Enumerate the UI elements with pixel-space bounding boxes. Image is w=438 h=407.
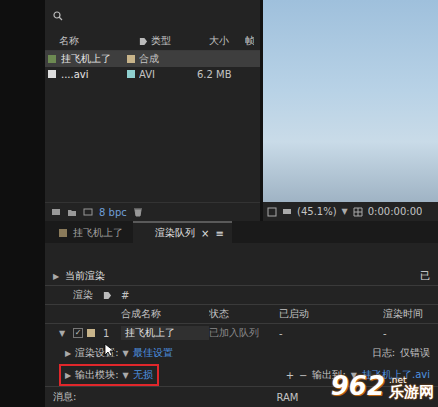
label-tag-icon [139, 37, 148, 46]
label-tag-icon [103, 291, 112, 300]
left-gutter [0, 0, 45, 407]
watermark: 962.net乐游网 [331, 371, 434, 401]
item-size: 6.2 MB [197, 69, 233, 80]
tab-bar: 挂飞机上了渲染队列×≡ [45, 221, 438, 243]
column-header[interactable]: 渲染时间 [383, 307, 438, 321]
panel-tab[interactable]: 挂飞机上了 [51, 221, 131, 243]
current-render-row[interactable]: ▶当前渲染已 [45, 267, 438, 286]
comp-name: 挂飞机上了 [121, 326, 209, 340]
render-settings-row: ▶渲染设置:▼最佳设置日志:仅错误 [45, 342, 438, 364]
output-module-row: ▶输出模块:▼无损+−输出到:▼挂飞机上了.avi [45, 364, 438, 386]
status-bar: 消息: RAM [45, 386, 438, 407]
project-panel: 名称类型大小帧挂飞机上了合成....aviAVI6.2 MB8 bpc [45, 0, 260, 221]
item-started: - [279, 328, 383, 339]
composition-icon [47, 54, 57, 64]
expand-toggle[interactable]: ▶ [65, 371, 71, 380]
column-header[interactable]: 合成名称 [121, 307, 209, 321]
after-effects-window: 名称类型大小帧挂飞机上了合成....aviAVI6.2 MB8 bpc(45.1… [0, 0, 438, 407]
column-header[interactable]: 帧 [245, 34, 254, 48]
output-dropdown[interactable]: ▼ [123, 371, 129, 380]
output-to-dropdown[interactable]: ▼ [351, 371, 357, 380]
trash-icon [133, 207, 143, 217]
column-header[interactable]: 渲染 [73, 288, 103, 302]
panel-menu-button[interactable]: ≡ [215, 228, 223, 239]
label-color[interactable] [127, 55, 135, 63]
output-module-link[interactable]: 无损 [133, 368, 153, 382]
viewer-toolbar: (45.1%) ▼ 0:00:00:00 [263, 202, 438, 221]
item-render-time: - [383, 328, 438, 339]
project-item[interactable]: 挂飞机上了合成 [45, 51, 260, 67]
output-file-link[interactable]: 挂飞机上了.avi [362, 368, 430, 382]
composition-frame [263, 0, 438, 202]
column-header[interactable]: 名称 [59, 34, 139, 48]
top-area: 名称类型大小帧挂飞机上了合成....aviAVI6.2 MB8 bpc(45.1… [45, 0, 438, 221]
item-type: AVI [139, 69, 197, 80]
interpret-footage-icon [51, 207, 61, 217]
elapsed-label: 已 [420, 269, 430, 283]
zoom-level[interactable]: (45.1%) [297, 206, 337, 217]
item-name: 挂飞机上了 [47, 52, 127, 66]
message-label: 消息: [53, 390, 76, 404]
new-composition-icon [83, 207, 93, 217]
column-header[interactable]: 大小 [209, 34, 245, 48]
render-settings-link[interactable]: 最佳设置 [133, 346, 173, 360]
workspace: 名称类型大小帧挂飞机上了合成....aviAVI6.2 MB8 bpc(45.1… [45, 0, 438, 407]
render-queue-panel: ▶当前渲染已渲染#合成名称状态已启动渲染时间▼✓1挂飞机上了已加入队列--▶渲染… [45, 243, 438, 407]
region-icon [267, 207, 277, 217]
queue-header: 渲染 # [45, 286, 438, 305]
video-file-icon [47, 69, 57, 79]
output-module-highlight: ▶输出模块:▼无损 [61, 366, 157, 384]
panel-tab[interactable]: 渲染队列×≡ [133, 221, 232, 243]
column-header[interactable]: 已启动 [279, 307, 383, 321]
expand-toggle[interactable]: ▼ [59, 329, 73, 338]
item-type: 合成 [139, 52, 197, 66]
bit-depth-button[interactable]: 8 bpc [99, 207, 127, 218]
column-header[interactable]: 状态 [209, 307, 279, 321]
queue-item[interactable]: ▼✓1挂飞机上了已加入队列-- [45, 324, 438, 342]
composition-viewer: (45.1%) ▼ 0:00:00:00 [263, 0, 438, 221]
queue-columns: 合成名称状态已启动渲染时间 [45, 305, 438, 324]
settings-dropdown[interactable]: ▼ [123, 349, 129, 358]
monitor-icon [282, 207, 292, 217]
expand-toggle[interactable]: ▶ [65, 349, 71, 358]
timecode[interactable]: 0:00:00:00 [368, 206, 423, 217]
render-checkbox[interactable]: ✓ [73, 328, 83, 338]
ram-label: RAM [276, 392, 298, 403]
search-field[interactable] [45, 6, 260, 26]
project-item[interactable]: ....avi AVI6.2 MB [45, 67, 260, 81]
column-header[interactable]: # [121, 290, 209, 301]
item-status: 已加入队列 [209, 326, 279, 340]
label-color[interactable] [87, 329, 95, 337]
search-icon [53, 11, 63, 21]
project-toolbar: 8 bpc [45, 202, 260, 221]
mouse-cursor-icon [104, 343, 114, 357]
item-name: ....avi [47, 69, 127, 80]
log-select[interactable]: 仅错误 [400, 346, 430, 360]
new-folder-icon [67, 207, 77, 217]
project-header: 名称类型大小帧 [45, 32, 260, 51]
grid-icon [353, 207, 363, 217]
label-color[interactable] [127, 70, 135, 78]
item-number: 1 [103, 328, 121, 339]
close-tab-button[interactable]: × [201, 228, 209, 239]
zoom-dropdown[interactable]: ▼ [342, 207, 348, 216]
column-header[interactable]: 类型 [151, 34, 209, 48]
add-output-button[interactable]: + [286, 370, 294, 381]
remove-output-button[interactable]: − [299, 370, 307, 381]
